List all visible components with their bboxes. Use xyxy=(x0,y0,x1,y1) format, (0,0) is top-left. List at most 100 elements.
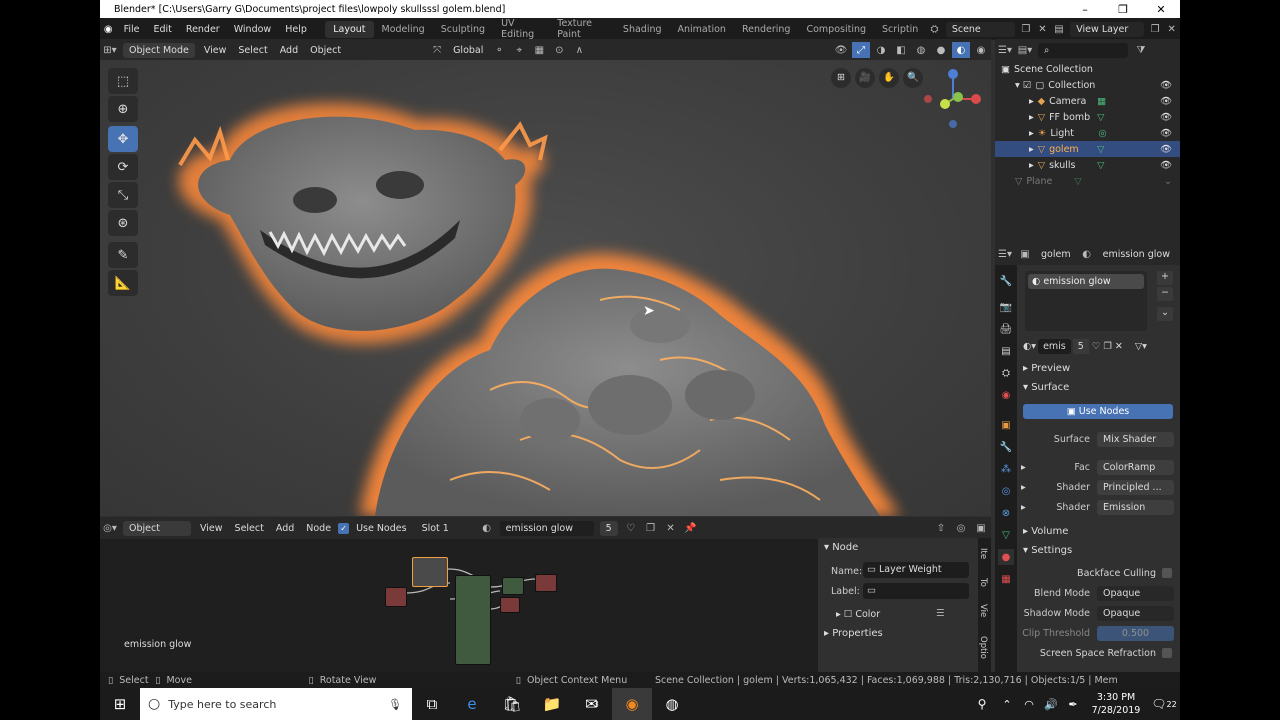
taskbar-clock[interactable]: 3:30 PM 7/28/2019 xyxy=(1084,691,1148,717)
eye-icon[interactable]: 👁 xyxy=(1160,80,1172,91)
wifi-icon[interactable]: ◠ xyxy=(1018,688,1040,720)
expand-icon[interactable]: ▸ xyxy=(1021,502,1031,513)
add-slot-button[interactable]: + xyxy=(1157,271,1173,285)
xray-icon[interactable]: ◧ xyxy=(892,42,910,58)
eye-icon[interactable]: 👁 xyxy=(1160,144,1172,155)
chevron-up-icon[interactable]: ⌃ xyxy=(996,688,1018,720)
menu-file[interactable]: File xyxy=(117,24,147,35)
material-slot-item[interactable]: ◐ emission glow xyxy=(1028,274,1144,289)
visibility-icon[interactable]: 👁 xyxy=(832,42,850,58)
tab-tool[interactable]: To xyxy=(978,578,988,587)
node-label-field[interactable]: ▭ xyxy=(863,583,969,599)
texture-tab-icon[interactable]: ▦ xyxy=(998,571,1014,587)
ssr-checkbox[interactable] xyxy=(1162,648,1172,658)
view-layer-selector[interactable]: View Layer xyxy=(1070,21,1144,37)
pivot-icon[interactable]: ⚬ xyxy=(490,42,508,58)
view-layer-tab-icon[interactable]: ▤ xyxy=(998,343,1014,359)
camera-view-icon[interactable]: ⊞ xyxy=(831,68,851,88)
slot-selector[interactable]: Slot 1 xyxy=(415,520,474,536)
physics-tab-icon[interactable]: ◎ xyxy=(998,483,1014,499)
close-button[interactable]: ✕ xyxy=(1142,3,1180,16)
overlay-node-icon[interactable]: ▣ xyxy=(972,520,990,536)
menu-help[interactable]: Help xyxy=(278,24,314,35)
node-layer-weight[interactable] xyxy=(412,557,448,587)
backface-culling-checkbox[interactable] xyxy=(1162,568,1172,578)
tab-layout[interactable]: Layout xyxy=(325,20,374,38)
eye-icon[interactable]: 👁 xyxy=(1160,160,1172,171)
node-material-output[interactable] xyxy=(535,574,557,592)
surface-panel-header[interactable]: ▾ Surface xyxy=(1023,382,1069,393)
outliner-row-scene-collection[interactable]: ▣ Scene Collection xyxy=(995,61,1180,77)
duplicate-material-icon[interactable]: ❐ xyxy=(642,520,660,536)
tab-item[interactable]: Ite xyxy=(978,548,988,559)
tab-rendering[interactable]: Rendering xyxy=(734,21,799,38)
fake-user-icon[interactable]: ♡ xyxy=(622,520,640,536)
ne-menu-view[interactable]: View xyxy=(194,523,229,534)
blender-logo-icon[interactable]: ◉ xyxy=(101,21,116,37)
material-users-count[interactable]: 5 xyxy=(599,520,618,536)
output-tab-icon[interactable]: 🖨 xyxy=(998,321,1014,337)
pin-icon[interactable]: 📌 xyxy=(682,520,700,536)
material-tab-icon[interactable]: ● xyxy=(998,549,1014,565)
cursor-tool[interactable]: ⊕ xyxy=(108,96,138,122)
vp-menu-select[interactable]: Select xyxy=(232,45,273,56)
task-view-icon[interactable]: ⧉ xyxy=(412,688,452,720)
snap-target-icon[interactable]: ▦ xyxy=(530,42,548,58)
outliner-search[interactable]: ⌕ xyxy=(1038,42,1128,58)
node-section-header[interactable]: ▾ Node xyxy=(824,542,858,553)
pan-hand-icon[interactable]: ✋ xyxy=(879,68,899,88)
taskbar-search-box[interactable]: ○ Type here to search 🎙 xyxy=(140,688,412,720)
wireframe-shading-icon[interactable]: ◍ xyxy=(912,42,930,58)
tab-view[interactable]: Vie xyxy=(978,604,988,617)
outliner-row-plane[interactable]: ▽ Plane ▽ ⌄ xyxy=(995,173,1180,189)
editor-type-icon[interactable]: ⊞▾ xyxy=(101,42,119,58)
windows-start-icon[interactable]: ⊞ xyxy=(100,688,140,720)
modifier-tab-icon[interactable]: 🔧 xyxy=(998,439,1014,455)
expand-icon[interactable]: ▸ xyxy=(1021,482,1031,493)
tool-tab-icon[interactable]: 🔧 xyxy=(998,273,1014,289)
node-editor-object-selector[interactable]: Object xyxy=(123,520,191,536)
restore-button[interactable]: ❐ xyxy=(1104,3,1142,16)
node-properties-header[interactable]: ▸ Properties xyxy=(824,628,883,639)
fac-input-selector[interactable]: ColorRamp xyxy=(1097,459,1174,475)
backface-culling-row[interactable]: Backface Culling xyxy=(1017,564,1180,582)
parent-node-icon[interactable]: ⇧ xyxy=(932,520,950,536)
ssr-row[interactable]: Screen Space Refraction xyxy=(1017,644,1180,662)
expand-icon[interactable]: ▸ xyxy=(1021,462,1031,473)
vp-menu-view[interactable]: View xyxy=(198,45,233,56)
outliner-row-skulls[interactable]: ▸ ▽ skulls ▽ 👁 xyxy=(995,157,1180,173)
tab-scripting[interactable]: Scriptin xyxy=(874,21,926,38)
shader2-selector[interactable]: Emission xyxy=(1097,499,1174,515)
node-principled[interactable] xyxy=(455,575,491,665)
shader1-selector[interactable]: Principled ... xyxy=(1097,479,1174,495)
outliner-row-camera[interactable]: ▸ ◆ Camera ▦ 👁 xyxy=(995,93,1180,109)
remove-layer-icon[interactable]: ✕ xyxy=(1164,21,1179,37)
use-nodes-checkbox[interactable]: ✓ xyxy=(338,522,350,534)
people-icon[interactable]: ⚲ xyxy=(968,688,996,720)
surface-shader-selector[interactable]: Mix Shader xyxy=(1097,431,1174,447)
navigation-gizmo[interactable] xyxy=(918,64,988,134)
menu-window[interactable]: Window xyxy=(227,24,278,35)
microphone-icon[interactable]: 🎙 xyxy=(388,698,402,711)
measure-tool[interactable]: 📐 xyxy=(108,270,138,296)
copy-layer-icon[interactable]: ❐ xyxy=(1148,21,1163,37)
outliner-type-icon[interactable]: ☰▾ xyxy=(996,42,1014,58)
copy-scene-icon[interactable]: ❐ xyxy=(1019,21,1034,37)
annotate-tool[interactable]: ✎ xyxy=(108,242,138,268)
node-mix-shader[interactable] xyxy=(502,577,524,595)
falloff-icon[interactable]: ∧ xyxy=(570,42,588,58)
mode-selector[interactable]: Object Mode xyxy=(123,42,195,58)
data-tab-icon[interactable]: ▽ xyxy=(998,527,1014,543)
solid-shading-icon[interactable]: ● xyxy=(932,42,950,58)
node-colorramp[interactable] xyxy=(500,597,520,613)
tab-modeling[interactable]: Modeling xyxy=(374,21,433,38)
material-shading-icon[interactable]: ◐ xyxy=(952,42,970,58)
particles-tab-icon[interactable]: ⁂ xyxy=(998,461,1014,477)
notifications-icon[interactable]: 🗨 22 xyxy=(1148,688,1180,720)
tab-compositing[interactable]: Compositing xyxy=(798,21,874,38)
object-tab-icon[interactable]: ▣ xyxy=(998,417,1014,433)
select-box-tool[interactable]: ⬚ xyxy=(108,68,138,94)
outliner-row-ff-bomb[interactable]: ▸ ▽ FF bomb ▽ 👁 xyxy=(995,109,1180,125)
tab-shading[interactable]: Shading xyxy=(615,21,670,38)
blender-taskbar-icon[interactable]: ◉ xyxy=(612,688,652,720)
